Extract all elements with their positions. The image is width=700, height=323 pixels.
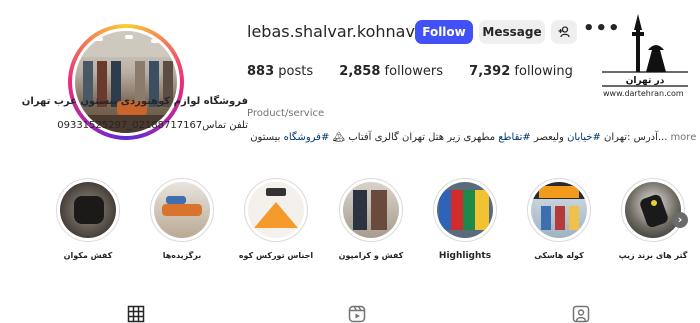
highlight-item[interactable]: کفش و کرامپون: [331, 178, 411, 260]
highlight-item[interactable]: Highlights: [425, 178, 505, 261]
add-user-button[interactable]: [551, 20, 577, 44]
address-prefix: ...آدرس :تهران: [600, 132, 668, 143]
following-stat[interactable]: 7,392 following: [469, 64, 573, 79]
tagged-icon[interactable]: [572, 305, 590, 323]
highlight-cover: [527, 178, 591, 242]
hashtag-link[interactable]: #خیابان: [567, 132, 601, 143]
followers-label: followers: [384, 64, 444, 79]
highlight-label: کوله هاسکی: [534, 251, 584, 260]
highlight-item[interactable]: برگزیده‌ها: [142, 178, 222, 260]
highlight-item[interactable]: کوله هاسکی: [519, 178, 599, 260]
highlight-cover: [339, 178, 403, 242]
followers-count: 2,858: [339, 64, 381, 79]
highlight-cover: [433, 178, 497, 242]
message-button[interactable]: Message: [479, 20, 545, 44]
highlight-cover: [244, 178, 308, 242]
bio-more-link[interactable]: more: [670, 132, 696, 143]
bio-address: ...آدرس :تهران #خیابان ولیعصر #تقاطع مطه…: [247, 132, 696, 143]
hashtag-link[interactable]: #فروشگاه: [284, 132, 330, 143]
highlight-label: کفش مکوان: [63, 251, 113, 260]
highlight-cover: [150, 178, 214, 242]
reels-icon[interactable]: [348, 305, 366, 323]
add-user-icon: [558, 26, 570, 38]
bio-category: Product/service: [247, 108, 325, 119]
highlight-label: اجناس تورکس کوه: [238, 251, 314, 260]
posts-grid-icon[interactable]: [127, 305, 145, 323]
highlight-cover: [56, 178, 120, 242]
following-label: following: [514, 64, 573, 79]
highlight-item[interactable]: کفش مکوان: [48, 178, 128, 260]
address-text: ولیعصر: [530, 132, 568, 143]
address-text: بیستون: [250, 132, 284, 143]
bio-display-name: فروشگاه لوازم کوهنوردی بیستون غرب تهران: [21, 96, 248, 107]
logo-text: در تهران: [626, 76, 665, 86]
dartehran-logo: در تهران: [598, 10, 692, 88]
highlight-label: Highlights: [438, 251, 492, 261]
bio-phone: تلفن تماس02188717167_09331525297: [57, 120, 248, 131]
posts-count: 883: [247, 64, 275, 79]
highlight-label: برگزیده‌ها: [162, 251, 202, 260]
highlight-label: گتر های برند زیپ: [618, 251, 688, 260]
follow-button[interactable]: Follow: [415, 20, 473, 44]
highlights-next-button[interactable]: ›: [672, 212, 688, 228]
posts-label: posts: [278, 64, 314, 79]
following-count: 7,392: [469, 64, 511, 79]
highlight-item[interactable]: اجناس تورکس کوه: [236, 178, 316, 260]
posts-stat[interactable]: 883 posts: [247, 64, 313, 79]
highlight-label: کفش و کرامپون: [338, 251, 404, 260]
hashtag-link[interactable]: #تقاطع: [498, 132, 531, 143]
profile-stats: 883 posts 2,858 followers 7,392 followin…: [247, 64, 595, 79]
avatar-image: [75, 31, 177, 133]
address-text: مطهری زیر هتل تهران گالری آفتاب 🏔: [329, 132, 499, 143]
highlight-cover: [621, 178, 685, 242]
followers-stat[interactable]: 2,858 followers: [339, 64, 443, 79]
watermark-url: www.dartehran.com: [603, 89, 684, 98]
